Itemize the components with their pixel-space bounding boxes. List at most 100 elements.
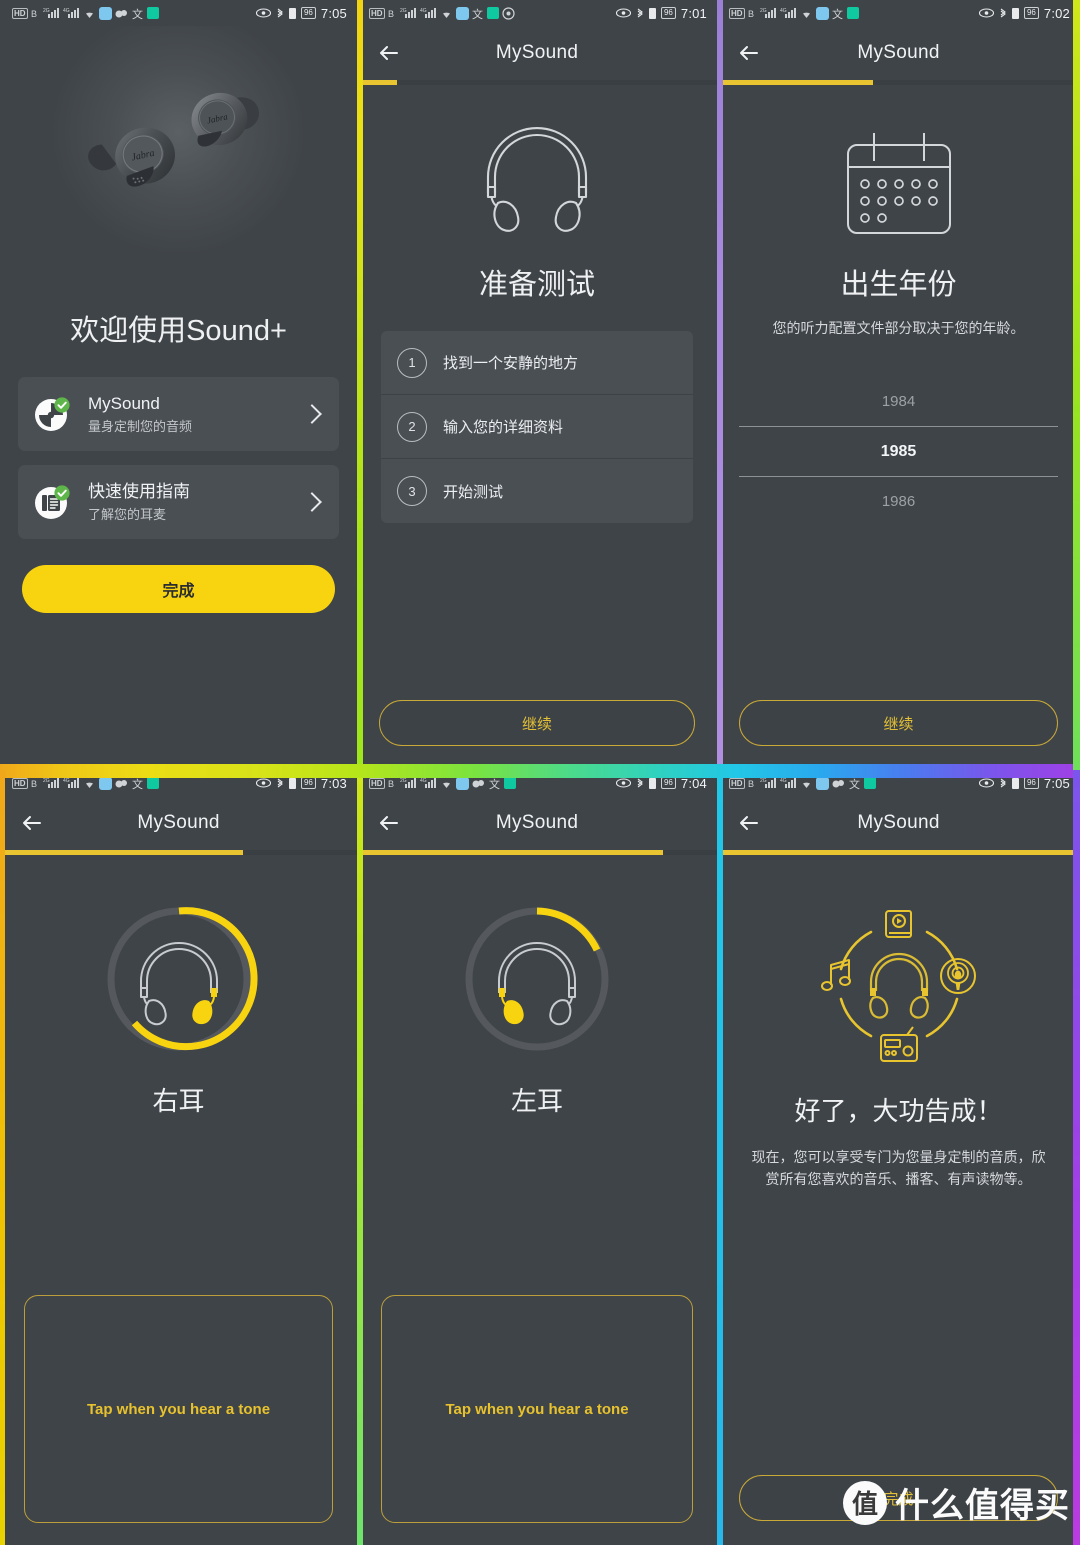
cloud-icon bbox=[115, 10, 127, 18]
svg-text:2G: 2G bbox=[400, 778, 407, 784]
battery-bar-icon bbox=[648, 8, 656, 19]
svg-text:文: 文 bbox=[132, 777, 143, 790]
page-title: MySound bbox=[857, 42, 940, 63]
input-method-icon: 文 bbox=[489, 777, 500, 790]
screenshot-collage: HD B 2G 4G 文 96 7:05 跳过 bbox=[0, 0, 1080, 1545]
progress-bar bbox=[717, 850, 1080, 855]
app-notification-icon bbox=[815, 776, 829, 790]
card-quick-guide[interactable]: 快速使用指南 了解您的耳麦 bbox=[18, 465, 339, 539]
back-arrow-icon[interactable] bbox=[375, 808, 405, 838]
security-shield-icon bbox=[503, 777, 516, 789]
bluetooth-icon bbox=[637, 8, 643, 18]
cloud-icon bbox=[115, 780, 127, 788]
step-item[interactable]: 3 开始测试 bbox=[381, 459, 693, 523]
status-bar: HD B 2G 4G 文 96 7:02 bbox=[717, 0, 1080, 26]
app-notification-icon bbox=[98, 6, 112, 20]
input-method-icon: 文 bbox=[132, 7, 143, 20]
wifi-icon bbox=[802, 12, 810, 18]
panel-all-done: HD B 2G 4G 文 96 7:05 MySound 好了，大功告成！ 现在… bbox=[717, 770, 1080, 1545]
app-bar: MySound bbox=[357, 26, 717, 80]
app-bar: MySound bbox=[0, 796, 357, 850]
page-heading: 右耳 bbox=[152, 1086, 205, 1116]
wifi-icon bbox=[85, 782, 93, 788]
status-icons-left: HD B 2G 4G 文 bbox=[729, 776, 979, 790]
headphones-right-ear-icon bbox=[0, 899, 357, 1059]
sim-icon: B bbox=[388, 9, 394, 19]
year-picker[interactable]: 1984 1985 1986 bbox=[717, 377, 1080, 526]
back-arrow-icon[interactable] bbox=[735, 38, 765, 68]
podcast-icon bbox=[939, 958, 976, 994]
panel-welcome: HD B 2G 4G 文 96 7:05 跳过 bbox=[0, 0, 357, 770]
hd-icon: HD bbox=[369, 777, 385, 789]
status-bar: HD B 2G 4G 文 96 7:04 bbox=[357, 770, 717, 796]
svg-text:2G: 2G bbox=[760, 778, 767, 784]
svg-text:4G: 4G bbox=[420, 8, 427, 14]
signal-1-icon: 2G bbox=[400, 8, 416, 18]
status-bar: HD B 2G 4G 文 96 7:01 bbox=[357, 0, 717, 26]
headphones-left-ear-icon bbox=[357, 899, 717, 1059]
eye-icon bbox=[255, 8, 271, 18]
signal-1-icon: 2G bbox=[43, 778, 59, 788]
page-title: 欢迎使用Sound+ bbox=[70, 315, 287, 347]
tap-area[interactable]: Tap when you hear a tone bbox=[381, 1295, 693, 1523]
svg-text:2G: 2G bbox=[43, 8, 50, 14]
sim-icon: B bbox=[748, 9, 754, 19]
step-item[interactable]: 2 输入您的详细资料 bbox=[381, 395, 693, 459]
wifi-icon bbox=[442, 12, 450, 18]
svg-text:4G: 4G bbox=[63, 778, 70, 784]
status-icons-right: 96 7:02 bbox=[978, 6, 1070, 21]
wifi-icon bbox=[85, 12, 93, 18]
app-notification-icon bbox=[455, 776, 469, 790]
step-item[interactable]: 1 找到一个安静的地方 bbox=[381, 331, 693, 395]
bluetooth-icon bbox=[277, 8, 283, 18]
year-option-next[interactable]: 1986 bbox=[717, 477, 1080, 526]
clock: 7:05 bbox=[1043, 775, 1070, 791]
signal-2-icon: 4G bbox=[63, 778, 79, 788]
status-bar: HD B 2G 4G 文 96 7:03 bbox=[0, 770, 357, 796]
status-icons-right: 96 7:04 bbox=[615, 776, 707, 791]
svg-text:4G: 4G bbox=[420, 778, 427, 784]
page-title: MySound bbox=[857, 812, 940, 833]
security-shield-icon bbox=[146, 7, 159, 19]
back-arrow-icon[interactable] bbox=[375, 38, 405, 68]
sim-icon: B bbox=[748, 779, 754, 789]
battery-bar-icon bbox=[648, 778, 656, 789]
card-title: 快速使用指南 bbox=[88, 482, 190, 501]
back-arrow-icon[interactable] bbox=[18, 808, 48, 838]
status-icons-left: HD B 2G 4G 文 bbox=[12, 776, 256, 790]
cloud-icon bbox=[472, 780, 484, 788]
tap-area[interactable]: Tap when you hear a tone bbox=[24, 1295, 333, 1523]
year-option-selected[interactable]: 1985 bbox=[717, 427, 1080, 476]
progress-fill bbox=[717, 80, 874, 85]
card-mysound[interactable]: MySound 量身定制您的音频 bbox=[18, 377, 339, 451]
svg-text:B: B bbox=[31, 779, 37, 789]
battery-bar-icon bbox=[288, 778, 296, 789]
back-arrow-icon[interactable] bbox=[735, 808, 765, 838]
done-button[interactable]: 完成 bbox=[22, 565, 335, 613]
page-heading: 准备测试 bbox=[478, 269, 595, 301]
finish-button[interactable]: 完成 bbox=[739, 1475, 1058, 1521]
steps-list: 1 找到一个安静的地方 2 输入您的详细资料 3 开始测试 bbox=[381, 331, 693, 523]
eye-icon bbox=[615, 8, 631, 18]
svg-text:文: 文 bbox=[472, 7, 483, 20]
status-bar: HD B 2G 4G 文 96 7:05 bbox=[717, 770, 1080, 796]
panel-right-ear-test: HD B 2G 4G 文 96 7:03 MySound 右耳 Tap when… bbox=[0, 770, 357, 1545]
wifi-icon bbox=[442, 782, 450, 788]
continue-button[interactable]: 继续 bbox=[379, 700, 695, 746]
battery-percent: 96 bbox=[1023, 7, 1039, 19]
progress-bar bbox=[717, 80, 1080, 85]
signal-1-icon: 2G bbox=[760, 8, 776, 18]
year-option-previous[interactable]: 1984 bbox=[717, 377, 1080, 426]
battery-bar-icon bbox=[288, 8, 296, 19]
bluetooth-icon bbox=[637, 778, 643, 788]
battery-percent: 96 bbox=[300, 7, 316, 19]
music-note-icon bbox=[820, 959, 851, 991]
headphones-outline-icon bbox=[357, 119, 717, 239]
svg-text:文: 文 bbox=[489, 777, 500, 790]
continue-button[interactable]: 继续 bbox=[739, 700, 1058, 746]
progress-fill bbox=[357, 850, 663, 855]
eye-icon bbox=[978, 778, 994, 788]
svg-text:文: 文 bbox=[832, 7, 843, 20]
signal-1-icon: 2G bbox=[760, 778, 776, 788]
sim-icon: B bbox=[31, 9, 37, 19]
